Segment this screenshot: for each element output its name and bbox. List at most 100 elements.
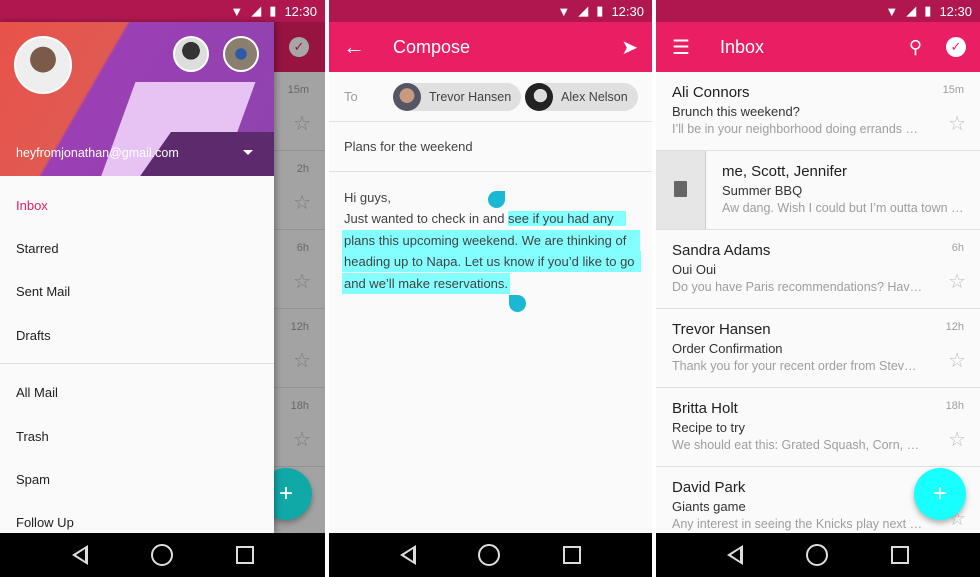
email-subject: Brunch this weekend? bbox=[672, 104, 800, 119]
email-preview: Any interest in seeing the Knicks play n… bbox=[672, 517, 923, 531]
email-row[interactable]: Sandra Adams Oui Oui Do you have Paris r… bbox=[656, 230, 980, 309]
recipient-chip[interactable]: Trevor Hansen bbox=[393, 83, 522, 111]
system-nav-bar bbox=[0, 533, 325, 577]
inbox-toolbar: ☰ Inbox ⚲ ✓ bbox=[656, 22, 980, 72]
drawer-item-trash[interactable]: Trash bbox=[16, 429, 49, 444]
drawer-item-inbox[interactable]: Inbox bbox=[16, 198, 48, 213]
check-icon[interactable]: ✓ bbox=[946, 37, 966, 57]
menu-icon[interactable]: ☰ bbox=[672, 35, 690, 60]
star-icon[interactable]: ☆ bbox=[948, 114, 966, 134]
other-account-avatar[interactable] bbox=[173, 36, 209, 72]
email-sender: Britta Holt bbox=[672, 400, 738, 417]
email-preview: I’ll be in your neighborhood doing erran… bbox=[672, 122, 918, 136]
drawer-screen: ▼ ◢ ▮ 12:30 ✓ 15m ☆ 2h ☆ 6h ☆ 12h ☆ 18h ☆ + heyfrom… bbox=[0, 0, 325, 577]
compose-title: Compose bbox=[393, 36, 471, 57]
email-sender: David Park bbox=[672, 479, 746, 496]
drawer-item-drafts[interactable]: Drafts bbox=[16, 328, 51, 343]
battery-icon: ▮ bbox=[596, 3, 604, 18]
subject-field[interactable]: Plans for the weekend bbox=[329, 122, 652, 172]
recipient-name: Alex Nelson bbox=[561, 90, 628, 104]
selection-end-handle[interactable] bbox=[509, 295, 526, 312]
recipient-name: Trevor Hansen bbox=[429, 90, 512, 104]
status-time: 12:30 bbox=[284, 3, 317, 19]
email-sender: me, Scott, Jennifer bbox=[722, 163, 848, 180]
back-icon[interactable] bbox=[71, 545, 88, 565]
battery-icon: ▮ bbox=[269, 3, 277, 18]
search-icon[interactable]: ⚲ bbox=[909, 37, 922, 58]
signal-icon: ◢ bbox=[578, 3, 589, 18]
status-time: 12:30 bbox=[939, 3, 972, 19]
email-row[interactable]: Trevor Hansen Order Confirmation Thank y… bbox=[656, 309, 980, 388]
home-icon[interactable] bbox=[478, 544, 501, 566]
email-subject: Giants game bbox=[672, 499, 746, 514]
email-sender: Trevor Hansen bbox=[672, 321, 771, 338]
drawer-item-all-mail[interactable]: All Mail bbox=[16, 385, 58, 400]
drawer-divider bbox=[0, 363, 274, 364]
recents-icon[interactable] bbox=[890, 546, 909, 564]
status-bar: ▼ ◢ ▮ 12:30 bbox=[0, 0, 325, 22]
send-icon[interactable]: ➤ bbox=[621, 35, 638, 60]
trash-icon[interactable] bbox=[674, 181, 687, 197]
email-time: 6h bbox=[951, 242, 964, 254]
email-subject: Recipe to try bbox=[672, 420, 745, 435]
email-preview: We should eat this: Grated Squash, Corn,… bbox=[672, 438, 920, 452]
compose-toolbar: ← Compose ➤ bbox=[329, 22, 652, 72]
body-line: Hi guys, bbox=[344, 190, 391, 205]
selected-text: see if you had any bbox=[508, 211, 626, 226]
email-subject: Order Confirmation bbox=[672, 341, 783, 356]
account-avatar[interactable] bbox=[14, 36, 72, 94]
back-icon[interactable] bbox=[400, 545, 417, 565]
signal-icon: ◢ bbox=[251, 3, 262, 18]
email-time: 18h bbox=[945, 400, 964, 412]
subject-text: Plans for the weekend bbox=[344, 139, 473, 154]
email-preview: Thank you for your recent order from Ste… bbox=[672, 359, 917, 373]
selected-text: plans this upcoming weekend. We are thin… bbox=[342, 230, 641, 251]
drawer-item-sent-mail[interactable]: Sent Mail bbox=[16, 284, 70, 299]
wifi-icon: ▼ bbox=[557, 3, 571, 19]
wifi-icon: ▼ bbox=[885, 3, 899, 19]
drawer-item-follow-up[interactable]: Follow Up bbox=[16, 515, 74, 530]
drawer-item-starred[interactable]: Starred bbox=[16, 241, 59, 256]
email-time: 12h bbox=[945, 321, 964, 333]
drawer-item-spam[interactable]: Spam bbox=[16, 472, 50, 487]
star-icon[interactable]: ☆ bbox=[948, 272, 966, 292]
star-icon[interactable]: ☆ bbox=[948, 430, 966, 450]
email-sender: Ali Connors bbox=[672, 84, 750, 101]
other-account-avatar[interactable] bbox=[223, 36, 259, 72]
system-nav-bar bbox=[656, 533, 980, 577]
recents-icon[interactable] bbox=[562, 546, 581, 564]
swipe-delete-area[interactable] bbox=[656, 151, 706, 229]
system-nav-bar bbox=[329, 533, 652, 577]
compose-fab[interactable]: + bbox=[914, 468, 966, 520]
email-row[interactable]: Britta Holt Recipe to try We should eat … bbox=[656, 388, 980, 467]
home-icon[interactable] bbox=[150, 544, 173, 566]
email-sender: Sandra Adams bbox=[672, 242, 771, 259]
star-icon[interactable]: ☆ bbox=[948, 351, 966, 371]
back-arrow-icon[interactable]: ← bbox=[343, 34, 365, 60]
selection-start-handle[interactable] bbox=[488, 191, 505, 208]
compose-screen: ▼ ◢ ▮ 12:30 ← Compose ➤ To Trevor Hansen A… bbox=[329, 0, 652, 577]
home-icon[interactable] bbox=[805, 544, 828, 566]
email-row[interactable]: me, Scott, Jennifer Summer BBQ Aw dang. … bbox=[656, 151, 980, 230]
recipient-avatar bbox=[525, 83, 553, 111]
body-line: Just wanted to check in and see if you h… bbox=[344, 208, 626, 229]
selected-text: heading up to Napa. Let us know if you’d… bbox=[342, 251, 641, 272]
recipient-avatar bbox=[393, 83, 421, 111]
body-text: Just wanted to check in and bbox=[344, 211, 509, 226]
drawer-header: heyfromjonathan@gmail.com bbox=[0, 22, 274, 176]
email-subject: Summer BBQ bbox=[722, 183, 803, 198]
email-row[interactable]: Ali Connors Brunch this weekend? I’ll be… bbox=[656, 72, 980, 151]
recipient-chip[interactable]: Alex Nelson bbox=[525, 83, 638, 111]
inbox-title: Inbox bbox=[720, 36, 765, 57]
status-bar: ▼ ◢ ▮ 12:30 bbox=[656, 0, 980, 22]
message-body[interactable]: Hi guys, Just wanted to check in and see… bbox=[329, 172, 652, 533]
battery-icon: ▮ bbox=[924, 3, 932, 18]
account-email: heyfromjonathan@gmail.com bbox=[16, 146, 179, 160]
account-dropdown-icon[interactable] bbox=[243, 150, 253, 155]
email-preview: Aw dang. Wish I could but I’m outta town… bbox=[722, 201, 964, 215]
recents-icon[interactable] bbox=[235, 546, 254, 564]
email-preview: Do you have Paris recommendations? Hav… bbox=[672, 280, 923, 294]
back-icon[interactable] bbox=[727, 545, 744, 565]
wifi-icon: ▼ bbox=[230, 3, 244, 19]
email-subject: Oui Oui bbox=[672, 262, 717, 277]
